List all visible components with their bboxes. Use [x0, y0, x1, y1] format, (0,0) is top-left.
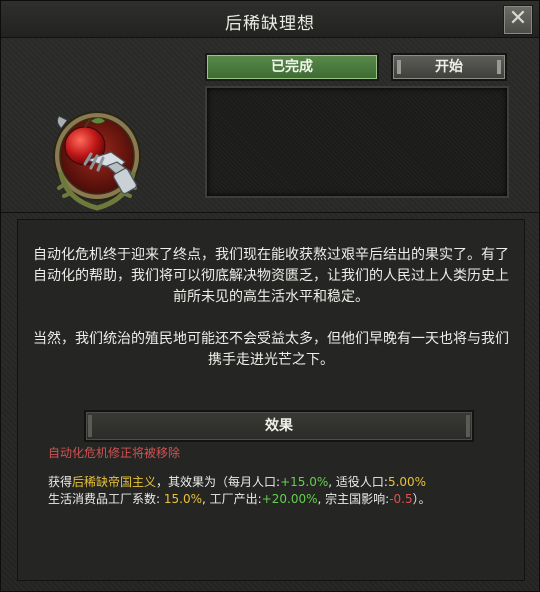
- factory-output-label: , 工厂产出:: [202, 492, 262, 506]
- effects-end: ）。: [412, 492, 431, 506]
- effects-intro: 获得: [48, 475, 73, 489]
- bar-cap-right: [466, 415, 470, 437]
- consumer-goods-label: 生活消费品工厂系数:: [48, 492, 161, 506]
- decision-picture-frame: [205, 86, 509, 198]
- close-icon: ✕: [508, 6, 528, 31]
- header-area: 已完成 开始: [1, 38, 539, 213]
- effects-header-label: 效果: [265, 418, 293, 434]
- monthly-pop-value: +15.0%: [280, 475, 329, 489]
- bar-cap-left: [88, 415, 92, 437]
- recruitable-value: 5.00%: [387, 475, 427, 489]
- start-button-label: 开始: [435, 59, 463, 75]
- consumer-goods-value: 15.0%: [163, 492, 202, 506]
- description-paragraph-1: 自动化危机终于迎来了终点，我们现在能收获熬过艰辛后结出的果实了。有了自动化的帮助…: [33, 247, 509, 305]
- close-button[interactable]: ✕: [503, 5, 533, 35]
- decision-description: 自动化危机终于迎来了终点，我们现在能收获熬过艰辛后结出的果实了。有了自动化的帮助…: [32, 245, 510, 371]
- modifier-name-link[interactable]: 后稀缺帝国主义: [72, 475, 156, 489]
- decision-window: 后稀缺理想 ✕ 已完成 开始 自动化危机终于迎来了终点，我们现在能收获熬过艰辛后…: [0, 0, 540, 592]
- modifier-removed-note: 自动化危机修正将被移除: [48, 446, 181, 460]
- overlord-influence-value: -0.5: [389, 492, 413, 506]
- overlord-influence-label: , 宗主国影响:: [317, 492, 390, 506]
- window-title: 后稀缺理想: [225, 14, 315, 34]
- description-panel: 自动化危机终于迎来了终点，我们现在能收获熬过艰辛后结出的果实了。有了自动化的帮助…: [17, 219, 525, 581]
- recruitable-label: , 适役人口:: [328, 475, 388, 489]
- effects-header-bar: 效果: [84, 410, 474, 442]
- apple-robotic-hand-emblem-icon: [53, 111, 141, 211]
- button-cap-right: [497, 60, 501, 74]
- factory-output-value: +20.00%: [261, 492, 318, 506]
- effect-is-text: ，其效果为（每月人口:: [156, 475, 281, 489]
- completed-button[interactable]: 已完成: [205, 53, 379, 81]
- start-button[interactable]: 开始: [391, 53, 507, 81]
- button-cap-left: [397, 60, 401, 74]
- title-bar: 后稀缺理想 ✕: [1, 1, 539, 38]
- description-paragraph-2: 当然，我们统治的殖民地可能还不会受益太多，但他们早晚有一天也将与我们携手走进光芒…: [33, 331, 509, 368]
- effects-text: 获得后稀缺帝国主义，其效果为（每月人口:+15.0%, 适役人口:5.00% 生活…: [48, 474, 518, 508]
